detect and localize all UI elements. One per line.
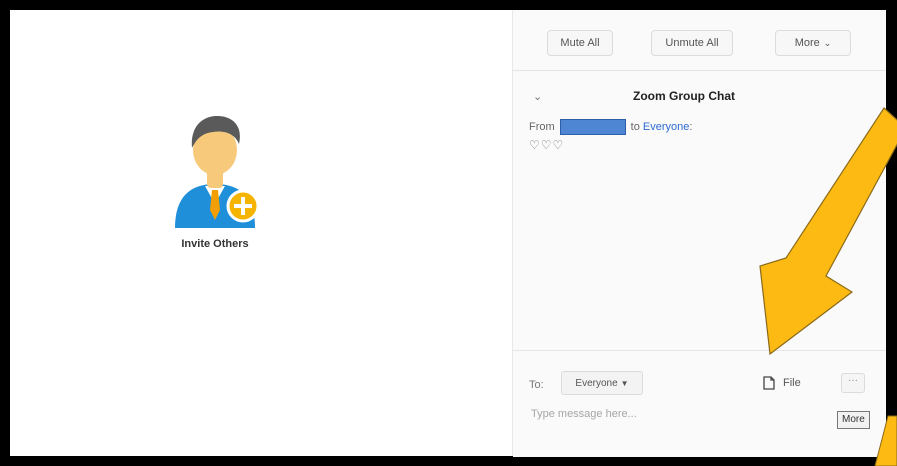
participants-toolbar: Mute All Unmute All More ⌄ xyxy=(513,10,886,71)
message-recipient-link[interactable]: Everyone xyxy=(643,121,689,133)
more-options-button[interactable]: More ⌄ xyxy=(775,30,851,56)
chat-title: Zoom Group Chat xyxy=(633,89,735,103)
mute-all-button[interactable]: Mute All xyxy=(547,30,613,56)
invite-others-button[interactable]: Invite Others xyxy=(155,110,275,270)
message-meta: From to Everyone : xyxy=(529,118,869,136)
more-tooltip: More xyxy=(837,411,870,429)
chat-message: From to Everyone : ♡♡♡ xyxy=(529,118,869,152)
from-label: From xyxy=(529,121,555,133)
chat-header: ⌄ Zoom Group Chat xyxy=(513,86,886,110)
redacted-sender-name xyxy=(559,119,626,135)
compose-more-button[interactable]: ··· xyxy=(841,373,865,393)
file-label: File xyxy=(783,377,801,389)
recipient-select[interactable]: Everyone ▼ xyxy=(561,371,643,395)
unmute-all-button[interactable]: Unmute All xyxy=(651,30,733,56)
invite-others-label: Invite Others xyxy=(181,238,249,250)
chevron-down-icon: ⌄ xyxy=(823,37,832,48)
to-label: To: xyxy=(529,379,544,391)
to-label-text: to xyxy=(630,121,640,133)
recipient-colon: : xyxy=(689,121,693,133)
message-input[interactable] xyxy=(529,403,753,425)
chat-compose-area: To: Everyone ▼ File ··· More xyxy=(513,350,886,457)
chat-panel: Mute All Unmute All More ⌄ ⌄ Zoom Group … xyxy=(512,10,886,457)
file-icon xyxy=(763,376,775,390)
message-text: ♡♡♡ xyxy=(529,138,565,152)
more-label: More xyxy=(794,37,820,49)
caret-down-icon: ▼ xyxy=(620,378,629,388)
invite-avatar-icon xyxy=(175,116,260,228)
chevron-down-icon[interactable]: ⌄ xyxy=(533,90,542,103)
file-button[interactable]: File xyxy=(763,373,801,393)
recipient-select-value: Everyone xyxy=(575,377,618,389)
video-gallery-pane: Invite Others xyxy=(10,10,510,456)
